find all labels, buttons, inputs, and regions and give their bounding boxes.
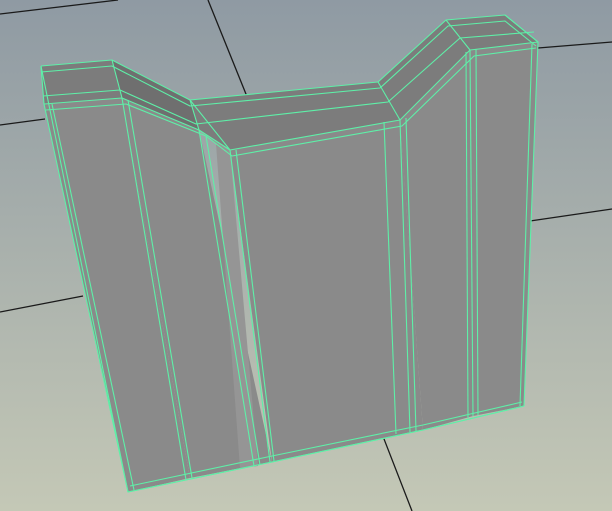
3d-viewport[interactable]	[0, 0, 612, 511]
viewport-canvas[interactable]	[0, 0, 612, 511]
